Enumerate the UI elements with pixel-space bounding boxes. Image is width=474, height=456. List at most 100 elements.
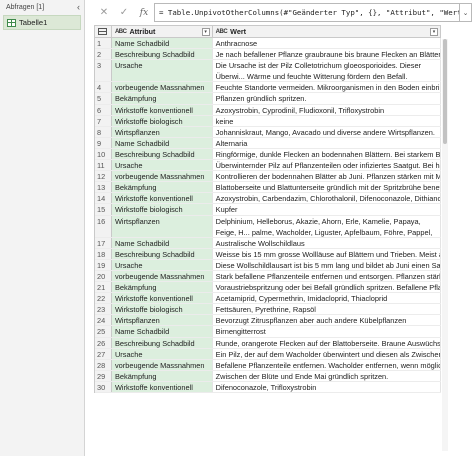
text-type-icon[interactable]: ABC — [115, 29, 127, 35]
table-row[interactable]: 5 Bekämpfung Pflanzen gründlich spritzen. — [95, 93, 441, 105]
cell-attribut[interactable]: vorbeugende Massnahmen — [111, 82, 213, 93]
table-row[interactable]: 26 Beschreibung Schadbild Runde, orangerot… — [95, 337, 441, 349]
table-row[interactable]: 18 Beschreibung Schadbild Weisse bis 15 mm… — [95, 248, 441, 260]
cell-wert[interactable]: Überwinternder Pilz auf Pflanzenteilen o… — [213, 160, 441, 171]
cell-attribut[interactable]: Beschreibung Schadbild — [111, 49, 213, 60]
table-row[interactable]: 1 Name Schadbild Anthracnose — [95, 38, 441, 50]
cell-attribut[interactable]: Ursache — [111, 348, 213, 359]
table-row[interactable]: 17 Name Schadbild Australische Wollschildl… — [95, 237, 441, 249]
table-row[interactable]: 3 Ursache Die Ursache ist der Pilz Colleto… — [95, 60, 441, 83]
cell-attribut[interactable]: Ursache — [111, 60, 213, 82]
cell-attribut[interactable]: Beschreibung Schadbild — [111, 248, 213, 259]
cell-attribut[interactable]: vorbeugende Massnahmen — [111, 359, 213, 370]
cell-attribut[interactable]: Beschreibung Schadbild — [111, 148, 213, 160]
cell-attribut[interactable]: Wirkstoffe biologisch — [111, 304, 213, 315]
cell-wert[interactable]: Difenoconazole, Trifloxystrobin — [213, 381, 441, 392]
table-row[interactable]: 21 Bekämpfung Voraustriebspritzung oder be… — [95, 282, 441, 294]
formula-input[interactable]: = Table.UnpivotOtherColumns(#"Geänderter… — [154, 3, 460, 22]
cell-attribut[interactable]: Bekämpfung — [111, 370, 213, 381]
cell-wert[interactable]: Fettsäuren, Pyrethrine, Rapsöl — [213, 304, 441, 315]
table-row[interactable]: 27 Ursache Ein Pilz, der auf dem Wacholder… — [95, 348, 441, 360]
cell-wert[interactable]: Australische Wollschildlaus — [213, 237, 441, 248]
cell-attribut[interactable]: Name Schadbild — [111, 326, 213, 337]
table-menu-button[interactable] — [95, 26, 112, 37]
table-row[interactable]: 10 Beschreibung Schadbild Ringförmige, dun… — [95, 148, 441, 161]
cell-wert[interactable]: Weisse bis 15 mm grosse Wollläuse auf Bl… — [213, 248, 441, 259]
cell-wert[interactable]: Kontrollieren der bodennahen Blätter ab … — [213, 171, 441, 182]
cell-attribut[interactable]: Name Schadbild — [111, 38, 213, 49]
table-row[interactable]: 9 Name Schadbild Alternaria — [95, 137, 441, 149]
cell-wert[interactable]: Stark befallene Pflanzenteile entfernen … — [213, 270, 441, 282]
cancel-icon[interactable]: ✕ — [94, 3, 114, 22]
confirm-icon[interactable]: ✓ — [114, 3, 134, 22]
table-row[interactable]: 8 Wirtspflanzen Johanniskraut, Mango, Avac… — [95, 126, 441, 138]
cell-attribut[interactable]: Bekämpfung — [111, 93, 213, 104]
table-row[interactable]: 19 Ursache Diese Wollschildlausart ist bis… — [95, 259, 441, 271]
cell-attribut[interactable]: Name Schadbild — [111, 237, 213, 248]
cell-attribut[interactable]: Wirkstoffe biologisch — [111, 204, 213, 215]
cell-attribut[interactable]: Wirkstoffe konventionell — [111, 104, 213, 115]
scroll-thumb[interactable] — [443, 39, 447, 144]
cell-attribut[interactable]: Bekämpfung — [111, 282, 213, 293]
column-header-attribut[interactable]: ABC Attribut ▾ — [112, 26, 213, 37]
cell-attribut[interactable]: Wirkstoffe konventionell — [111, 293, 213, 304]
cell-wert[interactable]: Alternaria — [213, 137, 441, 148]
cell-wert[interactable]: Pflanzen gründlich spritzen. — [213, 93, 441, 104]
table-row[interactable]: 24 Wirtspflanzen Bevorzugt Zitruspflanzen … — [95, 315, 441, 327]
table-row[interactable]: 2 Beschreibung Schadbild Je nach befallene… — [95, 49, 441, 61]
cell-attribut[interactable]: Wirkstoffe konventionell — [111, 193, 213, 204]
table-row[interactable]: 25 Name Schadbild Birnengitterrost — [95, 326, 441, 338]
cell-wert[interactable]: Acetamiprid, Cypermethrin, Imidacloprid,… — [213, 293, 441, 304]
table-row[interactable]: 29 Bekämpfung Zwischen der Blüte und Ende … — [95, 370, 441, 382]
cell-wert[interactable]: Je nach befallener Pflanze graubraune bi… — [213, 49, 441, 60]
cell-attribut[interactable]: Wirtspflanzen — [111, 315, 213, 326]
table-row[interactable]: 15 Wirkstoffe biologisch Kupfer — [95, 204, 441, 216]
cell-attribut[interactable]: Ursache — [111, 259, 213, 270]
cell-wert[interactable]: Ringförmige, dunkle Flecken an bodennahe… — [213, 148, 441, 160]
table-row[interactable]: 28 vorbeugende Massnahmen Befallene Pflanz… — [95, 359, 441, 371]
collapse-pane-icon[interactable]: ‹ — [77, 2, 80, 12]
cell-wert[interactable]: Voraustriebspritzung oder bei Befall grü… — [213, 282, 441, 293]
cell-attribut[interactable]: Wirtspflanzen — [111, 126, 213, 137]
cell-wert[interactable]: Feuchte Standorte vermeiden. Mikroorgani… — [213, 82, 441, 93]
cell-attribut[interactable]: Wirtspflanzen — [111, 215, 213, 237]
cell-attribut[interactable]: Beschreibung Schadbild — [111, 337, 213, 348]
table-row[interactable]: 11 Ursache Überwinternder Pilz auf Pflanze… — [95, 160, 441, 172]
cell-wert[interactable]: Ein Pilz, der auf dem Wacholder überwint… — [213, 348, 441, 359]
table-row[interactable]: 6 Wirkstoffe konventionell Azoxystrobin, C… — [95, 104, 441, 116]
table-row[interactable]: 22 Wirkstoffe konventionell Acetamiprid, C… — [95, 293, 441, 305]
table-row[interactable]: 23 Wirkstoffe biologisch Fettsäuren, Pyret… — [95, 304, 441, 316]
cell-wert[interactable]: Birnengitterrost — [213, 326, 441, 337]
cell-wert[interactable]: Runde, orangerote Flecken auf der Blatto… — [213, 337, 441, 348]
cell-attribut[interactable]: Name Schadbild — [111, 137, 213, 148]
cell-attribut[interactable]: Bekämpfung — [111, 182, 213, 193]
filter-dropdown-icon[interactable]: ▾ — [201, 28, 210, 36]
cell-wert[interactable]: Azoxystrobin, Cyprodinil, Fludioxonil, T… — [213, 104, 441, 115]
vertical-scrollbar[interactable] — [442, 39, 448, 451]
table-row[interactable]: 13 Bekämpfung Blattoberseite und Blattunte… — [95, 182, 441, 194]
text-type-icon[interactable]: ABC — [216, 29, 228, 35]
filter-dropdown-icon[interactable]: ▾ — [430, 28, 438, 36]
table-row[interactable]: 4 vorbeugende Massnahmen Feuchte Standorte… — [95, 82, 441, 94]
cell-wert[interactable]: Blattoberseite und Blattunterseite gründ… — [213, 182, 441, 193]
cell-wert[interactable]: Die Ursache ist der Pilz Colletotrichum … — [213, 60, 441, 82]
fx-icon[interactable]: fx — [134, 3, 154, 22]
cell-wert[interactable]: Anthracnose — [213, 38, 441, 49]
table-row[interactable]: 12 vorbeugende Massnahmen Kontrollieren de… — [95, 171, 441, 183]
cell-wert[interactable]: Johanniskraut, Mango, Avacado und divers… — [213, 126, 441, 137]
table-row[interactable]: 30 Wirkstoffe konventionell Difenoconazole… — [95, 381, 441, 393]
column-header-wert[interactable]: ABC Wert ▾ — [213, 26, 441, 37]
table-row[interactable]: 16 Wirtspflanzen Delphinium, Helleborus, A… — [95, 215, 441, 238]
cell-wert[interactable]: Delphinium, Helleborus, Akazie, Ahorn, E… — [213, 215, 441, 237]
cell-attribut[interactable]: Wirkstoffe biologisch — [111, 115, 213, 126]
table-row[interactable]: 20 vorbeugende Massnahmen Stark befallene … — [95, 270, 441, 283]
cell-attribut[interactable]: Wirkstoffe konventionell — [111, 381, 213, 392]
table-row[interactable]: 14 Wirkstoffe konventionell Azoxystrobin, … — [95, 193, 441, 205]
query-item-tabelle1[interactable]: Tabelle1 — [3, 15, 81, 30]
cell-wert[interactable]: Azoxystrobin, Carbendazim, Chlorothaloni… — [213, 193, 441, 204]
cell-wert[interactable]: keine — [213, 115, 441, 126]
cell-wert[interactable]: Kupfer — [213, 204, 441, 215]
cell-wert[interactable]: Diese Wollschildlausart ist bis 5 mm lan… — [213, 259, 441, 270]
cell-wert[interactable]: Befallene Pflanzenteile entfernen. Wacho… — [213, 359, 441, 370]
cell-wert[interactable]: Zwischen der Blüte und Ende Mai gründlic… — [213, 370, 441, 381]
